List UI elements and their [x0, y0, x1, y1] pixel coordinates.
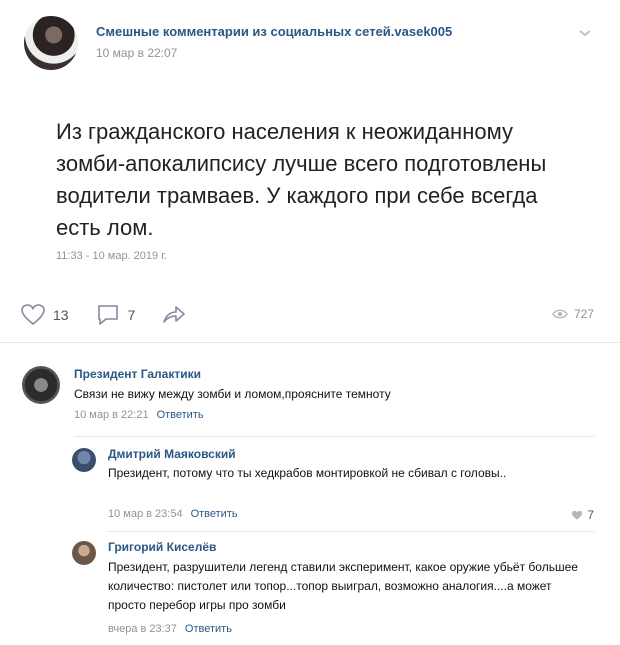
- divider: [108, 531, 594, 532]
- comment-text: Связи не вижу между зомби и ломом,проясн…: [74, 387, 391, 401]
- comment-item: Григорий Киселёв Президент, разрушители …: [0, 535, 620, 643]
- heart-icon: [572, 510, 583, 520]
- comment-count: 7: [127, 307, 136, 323]
- views-count: 727: [573, 307, 594, 321]
- eye-icon: [552, 309, 568, 319]
- post-text: Из гражданского населения к неожиданному…: [56, 119, 547, 240]
- avatar[interactable]: [22, 366, 60, 404]
- comment-date[interactable]: 10 мар в 23:54: [108, 508, 183, 520]
- post-timestamp: 11:33 - 10 мар. 2019 г.: [56, 250, 167, 262]
- views-counter: 727: [552, 307, 594, 321]
- group-name-link[interactable]: Смешные комментарии из социальных сетей.…: [96, 24, 452, 39]
- post-actions: 13 7: [20, 302, 205, 328]
- comment-text: Президент, потому что ты хедкрабов монти…: [108, 466, 507, 480]
- comment-meta: 10 мар в 23:54 Ответить: [108, 508, 238, 520]
- comment-text: Президент, разрушители легенд ставили эк…: [108, 560, 578, 612]
- comment-like-button[interactable]: 7: [571, 508, 594, 522]
- comment-date[interactable]: 10 мар в 22:21: [74, 409, 149, 421]
- comment-author[interactable]: Григорий Киселёв: [108, 540, 216, 554]
- reply-button[interactable]: Ответить: [157, 409, 204, 421]
- divider: [0, 342, 620, 343]
- post-date[interactable]: 10 мар в 22:07: [96, 46, 177, 60]
- comment-like-count: 7: [587, 508, 594, 522]
- post-card: Смешные комментарии из социальных сетей.…: [0, 0, 620, 340]
- comment-icon: [97, 305, 118, 325]
- comment-item: Президент Галактики Связи не вижу между …: [0, 355, 620, 435]
- chevron-down-icon[interactable]: [578, 28, 592, 38]
- comment-author[interactable]: Президент Галактики: [74, 367, 201, 381]
- like-button[interactable]: 13: [20, 303, 69, 327]
- like-count: 13: [53, 307, 69, 323]
- share-icon: [163, 306, 186, 323]
- group-avatar[interactable]: [24, 16, 78, 70]
- heart-icon: [21, 304, 45, 326]
- comment-date[interactable]: вчера в 23:37: [108, 623, 177, 635]
- comment-button[interactable]: 7: [95, 303, 136, 327]
- divider: [74, 436, 594, 437]
- reply-button[interactable]: Ответить: [191, 508, 238, 520]
- reply-button[interactable]: Ответить: [185, 623, 232, 635]
- comment-item: Дмитрий Маяковский Президент, потому что…: [0, 440, 620, 530]
- share-button[interactable]: [161, 303, 187, 327]
- avatar[interactable]: [72, 541, 96, 565]
- avatar[interactable]: [72, 448, 96, 472]
- comment-author[interactable]: Дмитрий Маяковский: [108, 447, 236, 461]
- comment-meta: 10 мар в 22:21 Ответить: [74, 409, 204, 421]
- comment-meta: вчера в 23:37 Ответить: [108, 623, 232, 635]
